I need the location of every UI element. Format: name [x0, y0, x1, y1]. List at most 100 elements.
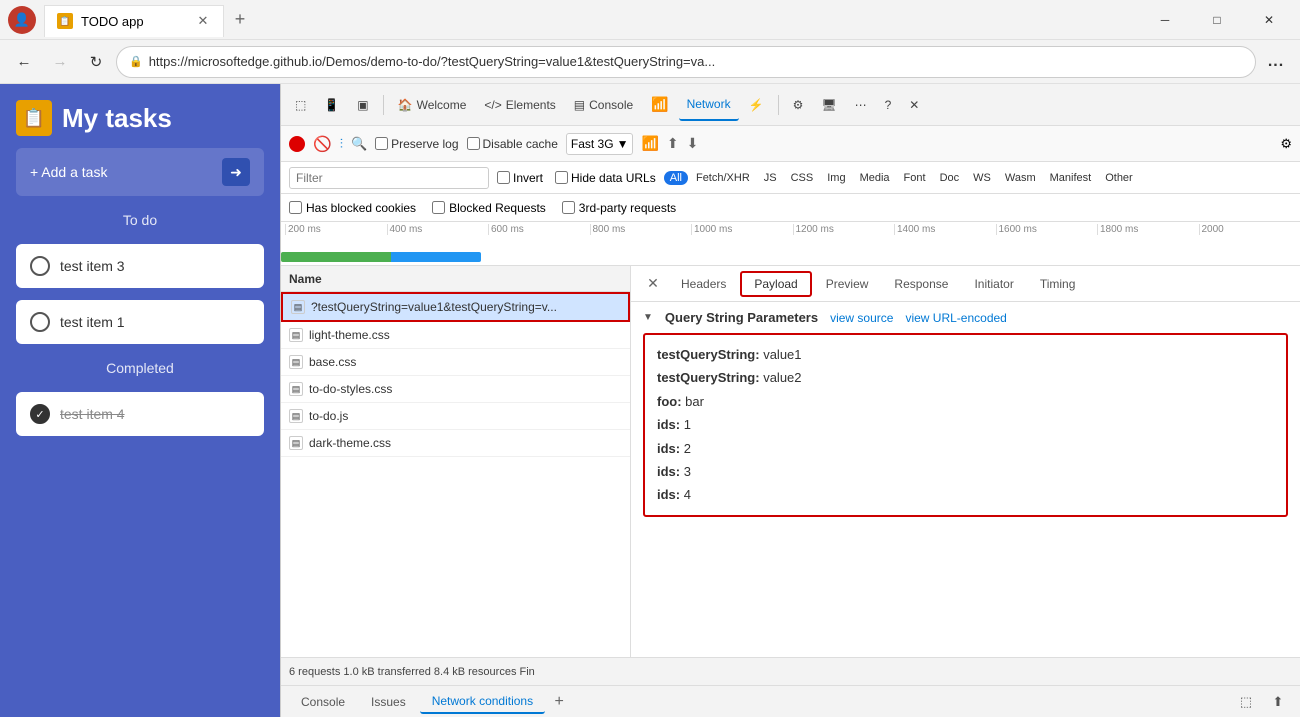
bottom-tab-console[interactable]: Console — [289, 691, 357, 713]
tab-console[interactable]: ▤ Console — [566, 89, 641, 121]
task-item-1[interactable]: test item 3 — [16, 244, 264, 288]
third-party-checkbox[interactable] — [562, 201, 575, 214]
type-filter-doc[interactable]: Doc — [934, 171, 966, 185]
bottom-tab-issues[interactable]: Issues — [359, 691, 418, 713]
query-section-chevron[interactable]: ▼ — [643, 312, 653, 323]
upload-icon[interactable]: ⬆ — [667, 135, 679, 152]
tab-network[interactable]: Network — [679, 89, 739, 121]
throttle-select[interactable]: Fast 3G ▼ — [566, 133, 634, 155]
invert-checkbox[interactable] — [497, 171, 510, 184]
bottom-tab-network-conditions[interactable]: Network conditions — [420, 690, 545, 714]
task-text-3: test item 4 — [60, 406, 125, 422]
blocked-requests-checkbox[interactable] — [432, 201, 445, 214]
preserve-log-check[interactable]: Preserve log — [375, 137, 458, 151]
hide-data-urls-checkbox[interactable] — [555, 171, 568, 184]
request-icon-3: ▤ — [289, 382, 303, 396]
profile-icon[interactable]: 👤 — [8, 6, 36, 34]
request-name-3: to-do-styles.css — [309, 382, 392, 396]
add-task-button[interactable]: + Add a task ➜ — [16, 148, 264, 196]
request-item-0[interactable]: ▤ ?testQueryString=value1&testQueryStrin… — [281, 292, 630, 322]
blocked-requests-check[interactable]: Blocked Requests — [432, 201, 546, 215]
type-filter-js[interactable]: JS — [758, 171, 783, 185]
requests-panel: Name ▤ ?testQueryString=value1&testQuery… — [281, 266, 631, 657]
devtools-source-order-button[interactable]: ▣ — [349, 89, 376, 121]
request-icon-1: ▤ — [289, 328, 303, 342]
type-filter-ws[interactable]: WS — [967, 171, 997, 185]
tab-bar: 📋 TODO app ✕ + — [44, 0, 256, 39]
back-button[interactable]: ← — [8, 46, 40, 78]
request-item-5[interactable]: ▤ dark-theme.css — [281, 430, 630, 457]
type-filter-media[interactable]: Media — [854, 171, 896, 185]
request-item-1[interactable]: ▤ light-theme.css — [281, 322, 630, 349]
devtools-device-button[interactable]: 📱 — [316, 89, 347, 121]
devtools-inspect-button[interactable]: ⬚ — [287, 89, 314, 121]
import-icon[interactable]: 📶 — [641, 135, 658, 152]
param-row-4: ids: 2 — [657, 437, 1274, 460]
clear-button[interactable]: 🚫 — [313, 135, 332, 153]
search-network-button[interactable]: 🔍 — [351, 136, 367, 152]
task-checkbox-3[interactable]: ✓ — [30, 404, 50, 424]
param-value-3: 1 — [684, 417, 691, 432]
maximize-button[interactable]: □ — [1194, 4, 1240, 36]
type-filter-wasm[interactable]: Wasm — [999, 171, 1042, 185]
task-item-2[interactable]: test item 1 — [16, 300, 264, 344]
tab-device-emulation[interactable]: 🖥 — [813, 89, 844, 121]
view-url-encoded-link[interactable]: view URL-encoded — [905, 311, 1006, 325]
filter-icon[interactable]: ⫶ — [340, 136, 343, 152]
tab-settings[interactable]: ⚙ — [785, 89, 812, 121]
tab-performance[interactable]: ⚡ — [741, 89, 772, 121]
close-button[interactable]: ✕ — [1246, 4, 1292, 36]
task-checkbox-2[interactable] — [30, 312, 50, 332]
devtools-help-button[interactable]: ? — [877, 89, 900, 121]
has-blocked-cookies-check[interactable]: Has blocked cookies — [289, 201, 416, 215]
devtools-more-tabs[interactable]: ⋯ — [847, 89, 875, 121]
tab-welcome[interactable]: 🏠 Welcome — [390, 89, 475, 121]
undock-button[interactable]: ⬚ — [1232, 688, 1260, 716]
disable-cache-check[interactable]: Disable cache — [467, 137, 558, 151]
detail-tab-preview[interactable]: Preview — [814, 273, 881, 295]
detail-tab-payload[interactable]: Payload — [740, 271, 811, 297]
type-filter-manifest[interactable]: Manifest — [1044, 171, 1098, 185]
type-filter-other[interactable]: Other — [1099, 171, 1139, 185]
address-bar[interactable]: 🔒 https://microsoftedge.github.io/Demos/… — [116, 46, 1256, 78]
disable-cache-checkbox[interactable] — [467, 137, 480, 150]
type-filter-img[interactable]: Img — [821, 171, 851, 185]
task-checkbox-1[interactable] — [30, 256, 50, 276]
tab-elements[interactable]: </> Elements — [476, 89, 563, 121]
browser-tab-active[interactable]: 📋 TODO app ✕ — [44, 5, 224, 37]
expand-button[interactable]: ⬆ — [1264, 688, 1292, 716]
invert-check[interactable]: Invert — [497, 171, 543, 185]
detail-close-button[interactable]: ✕ — [639, 270, 667, 298]
type-filter-fetch[interactable]: Fetch/XHR — [690, 171, 756, 185]
browser-more-button[interactable]: ... — [1260, 46, 1292, 78]
param-value-2: bar — [685, 394, 704, 409]
detail-tab-response[interactable]: Response — [882, 273, 960, 295]
third-party-check[interactable]: 3rd-party requests — [562, 201, 676, 215]
detail-tab-timing[interactable]: Timing — [1028, 273, 1088, 295]
devtools-close-button[interactable]: ✕ — [901, 89, 927, 121]
minimize-button[interactable]: ─ — [1142, 4, 1188, 36]
new-tab-button[interactable]: + — [224, 4, 256, 36]
network-settings-icon[interactable]: ⚙ — [1280, 136, 1292, 152]
hide-data-urls-check[interactable]: Hide data URLs — [555, 171, 656, 185]
task-item-3[interactable]: ✓ test item 4 — [16, 392, 264, 436]
download-icon[interactable]: ⬇ — [687, 135, 699, 152]
request-item-2[interactable]: ▤ base.css — [281, 349, 630, 376]
add-bottom-tab-button[interactable]: + — [547, 690, 571, 714]
request-name-0: ?testQueryString=value1&testQueryString=… — [311, 300, 557, 314]
type-filter-all[interactable]: All — [664, 171, 688, 185]
detail-tab-initiator[interactable]: Initiator — [962, 273, 1025, 295]
filter-input[interactable] — [289, 167, 489, 189]
detail-tab-headers[interactable]: Headers — [669, 273, 738, 295]
type-filter-css[interactable]: CSS — [785, 171, 820, 185]
mark-1800: 1800 ms — [1097, 224, 1199, 235]
refresh-button[interactable]: ↻ — [80, 46, 112, 78]
type-filter-font[interactable]: Font — [898, 171, 932, 185]
preserve-log-checkbox[interactable] — [375, 137, 388, 150]
record-button[interactable] — [289, 136, 305, 152]
close-tab-button[interactable]: ✕ — [195, 13, 211, 29]
view-source-link[interactable]: view source — [830, 311, 893, 325]
request-item-3[interactable]: ▤ to-do-styles.css — [281, 376, 630, 403]
request-item-4[interactable]: ▤ to-do.js — [281, 403, 630, 430]
has-blocked-cookies-checkbox[interactable] — [289, 201, 302, 214]
